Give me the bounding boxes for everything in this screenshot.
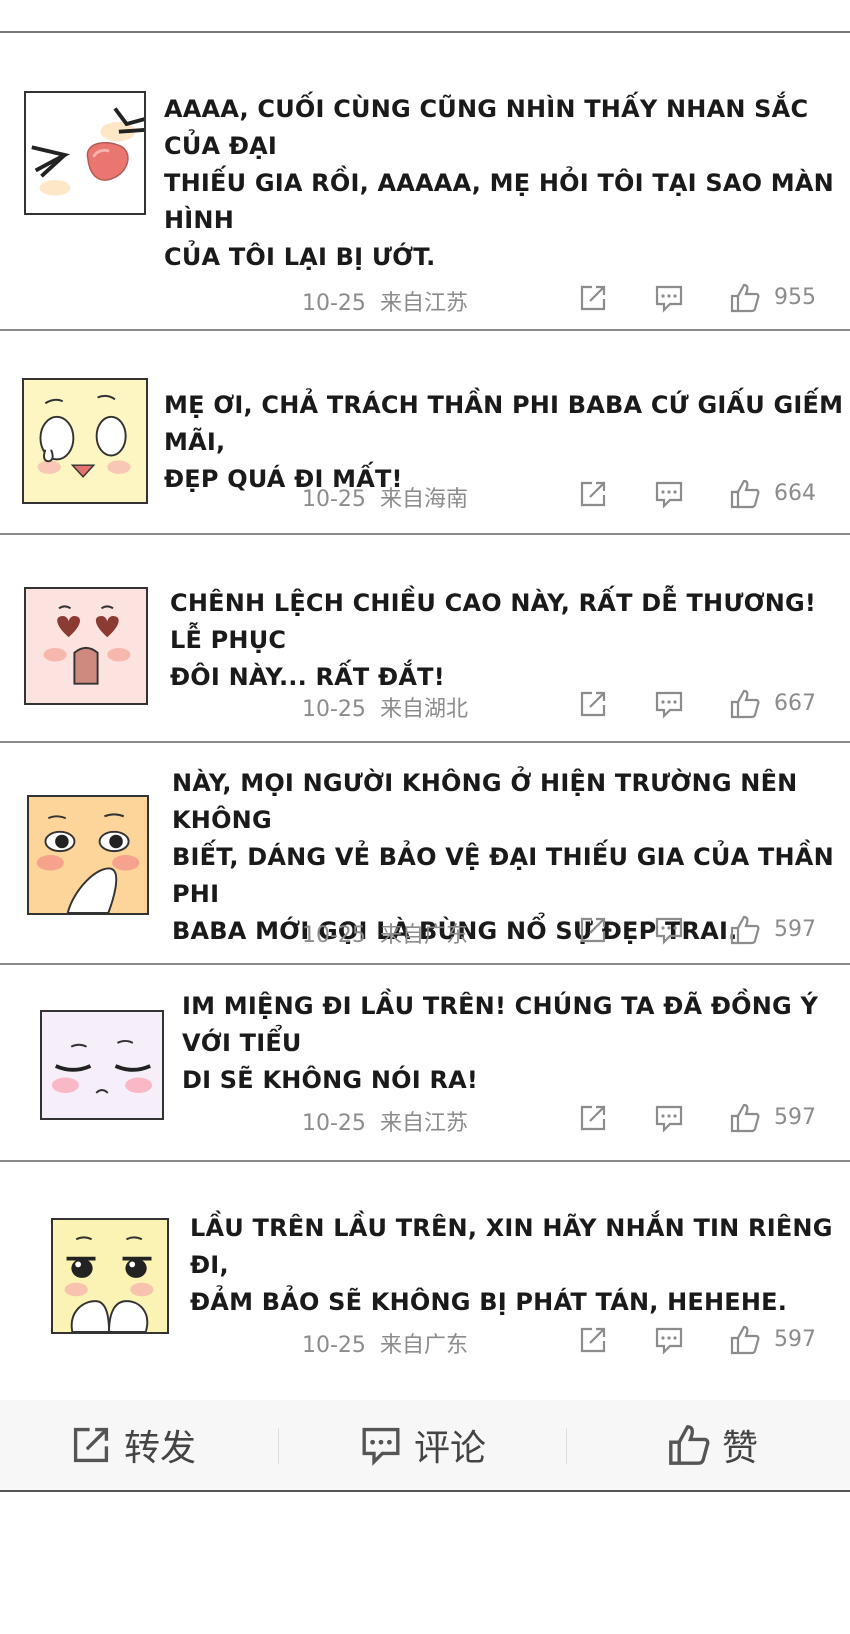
comment-item: AAAA, CUỐI CÙNG CŨNG NHÌN THẤY NHAN SẮC …: [0, 33, 850, 331]
comment-text-line: CỦA TÔI LẠI BỊ ƯỚT.: [164, 243, 436, 271]
comment-date-location: 10-25 来自广东: [302, 1327, 468, 1359]
comment-text-line: DI SẼ KHÔNG NÓI RA!: [182, 1066, 479, 1094]
comment-icon[interactable]: [654, 689, 684, 719]
comment-text-line: THIẾU GIA RỒI, AAAAA, MẸ HỎI TÔI TẠI SAO…: [164, 169, 834, 234]
comment-text: LẦU TRÊN LẦU TRÊN, XIN HÃY NHẮN TIN RIÊN…: [190, 1210, 850, 1321]
comment-text-line: CHÊNH LỆCH CHIỀU CAO NÀY, RẤT DỄ THƯƠNG!…: [170, 589, 817, 654]
like-count: 597: [774, 1105, 816, 1130]
pleading-hands-avatar-icon[interactable]: [51, 1218, 169, 1334]
bottom-action-bar: 转发 评论 赞: [0, 1400, 850, 1492]
comment-date-location: 10-25 来自江苏: [302, 285, 468, 317]
comment-text-line: AAAA, CUỐI CÙNG CŨNG NHÌN THẤY NHAN SẮC …: [164, 95, 809, 160]
comment-text-line: NÀY, MỌI NGƯỜI KHÔNG Ở HIỆN TRƯỜNG NÊN K…: [172, 769, 798, 834]
comment-date-location: 10-25 来自广东: [302, 917, 468, 949]
thumbs-up-icon[interactable]: [730, 915, 760, 945]
comment-meta: 10-25 来自湖北 667: [0, 685, 850, 725]
comment-location: 来自海南: [379, 487, 468, 512]
like-count: 597: [774, 917, 816, 942]
comment-meta: 10-25 来自广东 597: [0, 1321, 850, 1361]
comment-location: 来自广东: [379, 1333, 468, 1358]
like-count: 664: [774, 481, 816, 506]
comment-date-location: 10-25 来自湖北: [302, 691, 468, 723]
comment-meta: 10-25 来自广东 597: [0, 911, 850, 951]
comment-icon[interactable]: [654, 1103, 684, 1133]
comment-icon[interactable]: [654, 915, 684, 945]
comment-meta: 10-25 来自江苏 955: [0, 279, 850, 319]
comment-meta: 10-25 来自海南 664: [0, 475, 850, 515]
comment-date: 10-25: [302, 1333, 366, 1358]
thumbs-up-icon: [669, 1425, 710, 1465]
share-icon[interactable]: [578, 1325, 608, 1355]
comment-button-label: 评论: [414, 1428, 487, 1469]
like-count: 955: [774, 285, 816, 310]
like-button-label: 赞: [722, 1428, 759, 1469]
separator: [278, 1428, 279, 1464]
comment-icon[interactable]: [654, 283, 684, 313]
comment-text: IM MIỆNG ĐI LẦU TRÊN! CHÚNG TA ĐÃ ĐỒNG Ý…: [182, 988, 850, 1099]
share-icon[interactable]: [578, 479, 608, 509]
thumbs-up-icon[interactable]: [730, 479, 760, 509]
comment-text-line: LẦU TRÊN LẦU TRÊN, XIN HÃY NHẮN TIN RIÊN…: [190, 1214, 833, 1279]
comment-date: 10-25: [302, 1111, 366, 1136]
comment-text: AAAA, CUỐI CÙNG CŨNG NHÌN THẤY NHAN SẮC …: [164, 91, 850, 276]
separator: [566, 1428, 567, 1464]
comment-date-location: 10-25 来自江苏: [302, 1105, 468, 1137]
comment-date: 10-25: [302, 487, 366, 512]
comment-location: 来自广东: [379, 923, 468, 948]
comment-date: 10-25: [302, 291, 366, 316]
comment-item: CHÊNH LỆCH CHIỀU CAO NÀY, RẤT DỄ THƯƠNG!…: [0, 535, 850, 743]
share-icon[interactable]: [578, 283, 608, 313]
comment-text-line: MẸ ƠI, CHẢ TRÁCH THẦN PHI BABA CỨ GIẤU G…: [164, 391, 844, 456]
comment-button[interactable]: 评论: [360, 1400, 486, 1490]
like-button[interactable]: 赞: [668, 1400, 758, 1490]
share-icon: [73, 1427, 109, 1463]
comment-icon: [362, 1427, 400, 1466]
comment-item: IM MIỆNG ĐI LẦU TRÊN! CHÚNG TA ĐÃ ĐỒNG Ý…: [0, 965, 850, 1162]
comment-icon[interactable]: [654, 1325, 684, 1355]
share-icon[interactable]: [578, 915, 608, 945]
comment-text-line: ĐẢM BẢO SẼ KHÔNG BỊ PHÁT TÁN, HEHEHE.: [190, 1288, 788, 1316]
shocked-face-avatar-icon[interactable]: [27, 795, 149, 915]
share-button-label: 转发: [124, 1428, 197, 1469]
comment-text-line: IM MIỆNG ĐI LẦU TRÊN! CHÚNG TA ĐÃ ĐỒNG Ý…: [182, 992, 819, 1057]
comment-location: 来自江苏: [379, 1111, 468, 1136]
thumbs-up-icon[interactable]: [730, 283, 760, 313]
comment-item: LẦU TRÊN LẦU TRÊN, XIN HÃY NHẮN TIN RIÊN…: [0, 1162, 850, 1400]
thumbs-up-icon[interactable]: [730, 1325, 760, 1355]
comment-text: CHÊNH LỆCH CHIỀU CAO NÀY, RẤT DỄ THƯƠNG!…: [170, 585, 850, 696]
comment-location: 来自湖北: [379, 697, 468, 722]
like-count: 597: [774, 1327, 816, 1352]
comment-text-line: BIẾT, DÁNG VẺ BẢO VỆ ĐẠI THIẾU GIA CỦA T…: [172, 843, 834, 908]
comment-date: 10-25: [302, 697, 366, 722]
share-button[interactable]: 转发: [70, 1400, 196, 1490]
share-icon[interactable]: [578, 1103, 608, 1133]
comment-location: 来自江苏: [379, 291, 468, 316]
thumbs-up-icon[interactable]: [730, 1103, 760, 1133]
comment-item: NÀY, MỌI NGƯỜI KHÔNG Ở HIỆN TRƯỜNG NÊN K…: [0, 743, 850, 965]
thumbs-up-icon[interactable]: [730, 689, 760, 719]
comment-icon[interactable]: [654, 479, 684, 509]
like-count: 667: [774, 691, 816, 716]
blush-kiss-avatar-icon[interactable]: [24, 91, 146, 215]
comment-date-location: 10-25 来自海南: [302, 481, 468, 513]
comment-date: 10-25: [302, 923, 366, 948]
share-icon[interactable]: [578, 689, 608, 719]
comment-meta: 10-25 来自江苏 597: [0, 1099, 850, 1139]
comment-item: MẸ ƠI, CHẢ TRÁCH THẦN PHI BABA CỨ GIẤU G…: [0, 331, 850, 535]
